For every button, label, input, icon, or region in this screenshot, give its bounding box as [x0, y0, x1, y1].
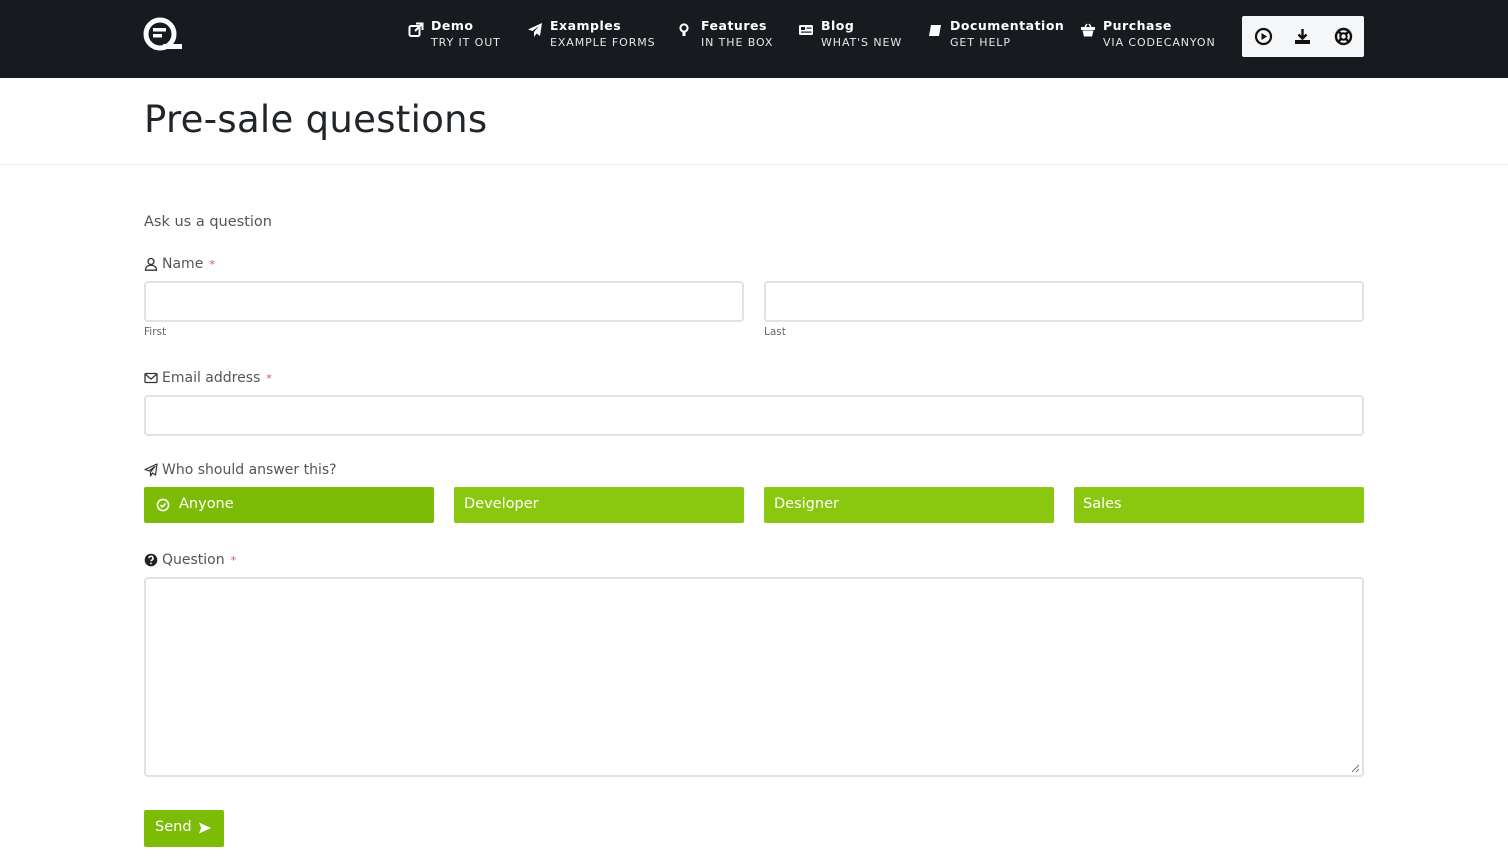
lightbulb-icon: [679, 23, 689, 36]
last-name-sublabel: Last: [764, 326, 786, 338]
required-mark: *: [230, 553, 237, 567]
first-name-input[interactable]: [144, 281, 744, 322]
recipient-option-label: Designer: [774, 496, 839, 512]
download-icon[interactable]: [1292, 26, 1313, 47]
form-intro: Ask us a question: [144, 214, 272, 230]
recipient-option-label: Anyone: [179, 496, 234, 512]
play-icon[interactable]: [1253, 26, 1274, 47]
nav-purchase-title: Purchase: [1103, 18, 1172, 33]
email-label-text: Email address: [162, 370, 261, 386]
top-navbar: Demo TRY IT OUT Examples EXAMPLE FORMS F…: [0, 0, 1508, 78]
paper-plane-icon: [528, 23, 542, 37]
recipient-option-sales[interactable]: Sales: [1074, 487, 1364, 523]
name-label-text: Name: [162, 256, 204, 272]
page-title: Pre-sale questions: [144, 98, 488, 141]
newspaper-icon: [799, 25, 813, 35]
basket-icon: [1081, 23, 1095, 37]
question-label: Question *: [144, 552, 236, 568]
nav-features-subtitle: IN THE BOX: [701, 36, 774, 49]
recipient-label-text: Who should answer this?: [162, 462, 337, 478]
last-name-input[interactable]: [764, 281, 1364, 322]
email-label: Email address *: [144, 370, 272, 386]
question-textarea[interactable]: [144, 577, 1364, 777]
nav-features-title: Features: [701, 18, 767, 33]
tool-buttons: [1242, 16, 1364, 57]
send-button[interactable]: Send: [144, 810, 224, 847]
paper-plane-icon: [144, 463, 158, 477]
recipient-option-anyone[interactable]: Anyone: [144, 487, 434, 523]
resize-handle-icon[interactable]: [1350, 763, 1360, 773]
recipient-option-designer[interactable]: Designer: [764, 487, 1054, 523]
recipient-option-developer[interactable]: Developer: [454, 487, 744, 523]
book-icon: [929, 25, 941, 36]
recipient-option-label: Sales: [1083, 496, 1122, 512]
nav-documentation-title: Documentation: [950, 18, 1065, 33]
question-circle-icon: [144, 553, 158, 567]
user-icon: [144, 257, 158, 271]
name-label: Name *: [144, 256, 215, 272]
nav-examples-title: Examples: [550, 18, 622, 33]
send-arrow-icon: [199, 822, 211, 834]
required-mark: *: [266, 371, 272, 385]
nav-examples-subtitle: EXAMPLE FORMS: [550, 36, 656, 49]
question-label-text: Question: [162, 552, 225, 568]
check-circle-icon: [156, 498, 170, 512]
lifebuoy-icon[interactable]: [1333, 26, 1354, 47]
nav-documentation-subtitle: GET HELP: [950, 36, 1011, 49]
nav-demo-subtitle: TRY IT OUT: [431, 36, 501, 49]
nav-blog-title: Blog: [821, 18, 855, 33]
nav-purchase-subtitle: VIA CODECANYON: [1103, 36, 1216, 49]
first-name-sublabel: First: [144, 326, 167, 338]
page-header: Pre-sale questions: [0, 78, 1508, 165]
recipient-label: Who should answer this?: [144, 462, 337, 478]
email-input[interactable]: [144, 395, 1364, 436]
required-mark: *: [209, 257, 215, 271]
nav-demo-title: Demo: [431, 18, 474, 33]
logo[interactable]: [143, 17, 183, 51]
external-link-icon: [408, 22, 424, 37]
envelope-icon: [144, 372, 158, 384]
send-button-label: Send: [155, 819, 192, 835]
nav-blog-subtitle: WHAT'S NEW: [821, 36, 903, 49]
recipient-option-label: Developer: [464, 496, 539, 512]
